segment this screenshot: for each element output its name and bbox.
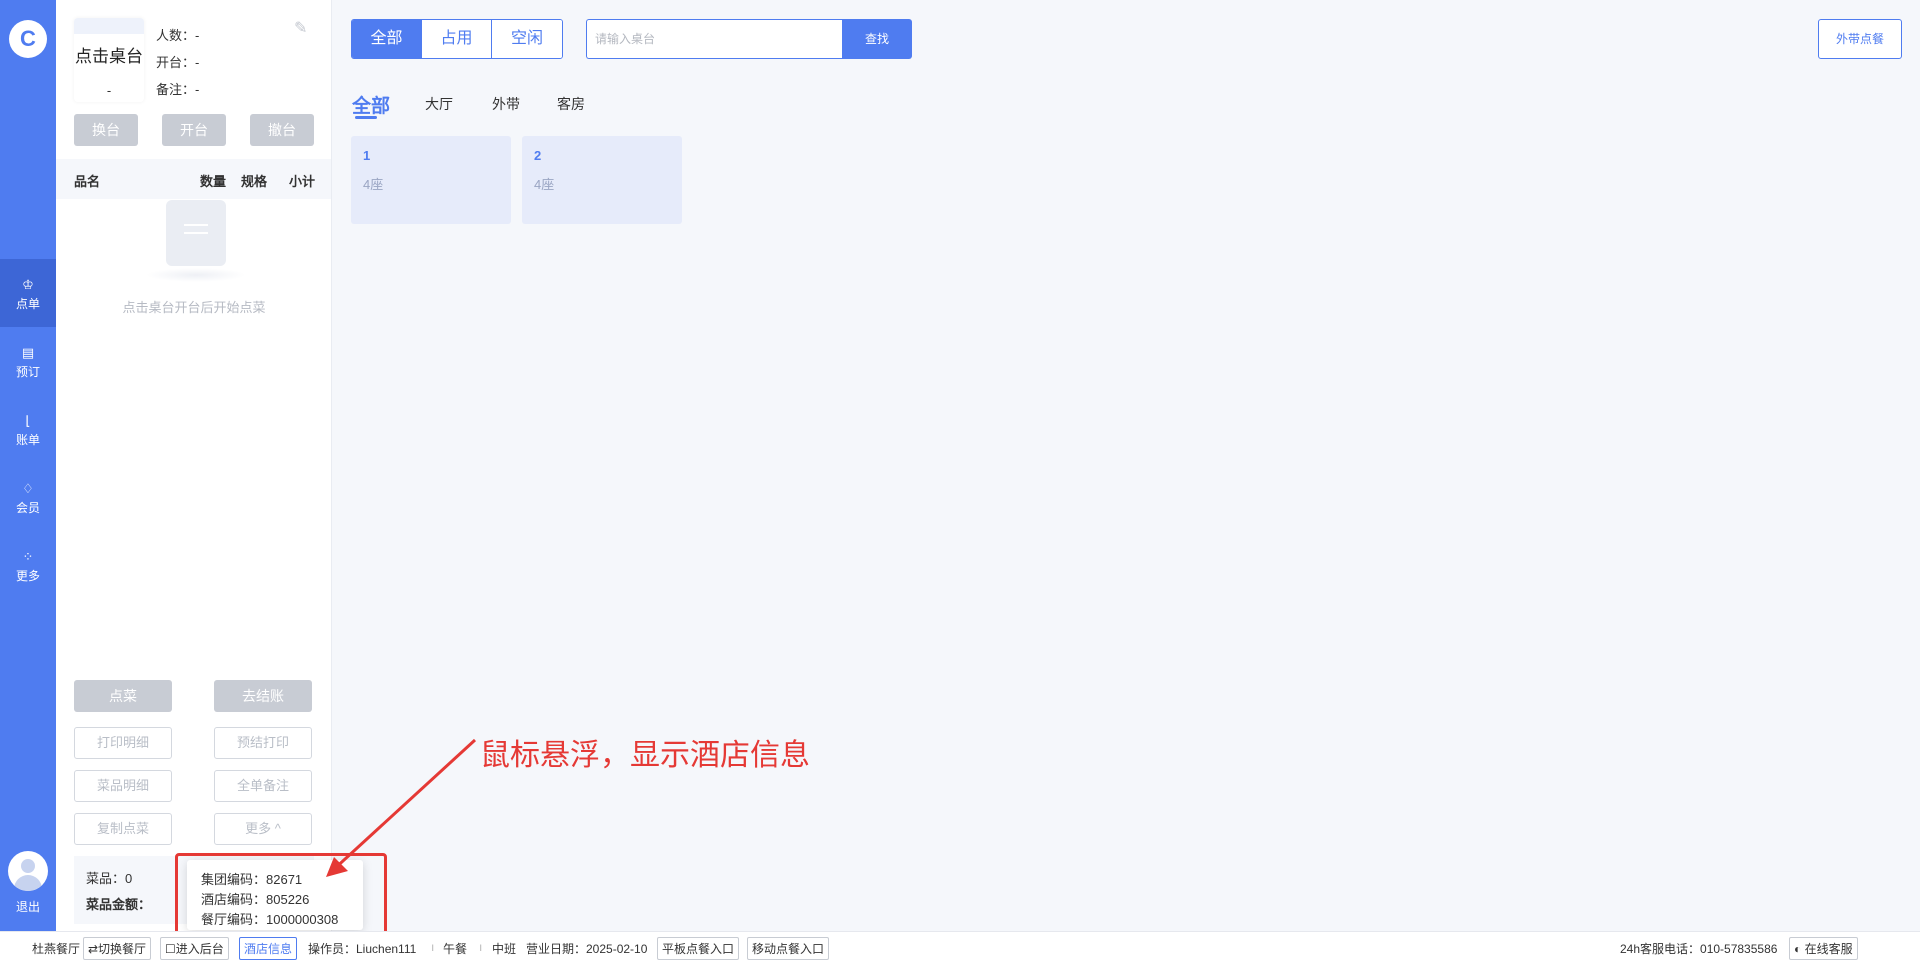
enter-backend-button[interactable]: ☐进入后台 bbox=[160, 937, 229, 960]
table-card-sub: - bbox=[106, 83, 112, 98]
copy-order-button[interactable]: 复制点菜 bbox=[74, 813, 172, 845]
mobile-order-entry[interactable]: 移动点餐入口 bbox=[747, 937, 830, 960]
table-tile[interactable]: 1 4座 bbox=[351, 136, 511, 224]
table-number: 2 bbox=[534, 148, 542, 163]
filter-free[interactable]: 空闲 bbox=[492, 20, 562, 58]
separator: ı bbox=[431, 940, 435, 954]
table-status-filter: 全部 占用 空闲 bbox=[351, 19, 563, 59]
more-button[interactable]: 更多 ^ bbox=[214, 813, 312, 845]
print-detail-button[interactable]: 打印明细 bbox=[74, 727, 172, 759]
chef-hat-icon: ♔ bbox=[22, 277, 34, 292]
nav-item-label: 会员 bbox=[15, 501, 40, 515]
swap-table-button[interactable]: 换台 bbox=[74, 114, 138, 146]
table-seats: 4座 bbox=[363, 177, 384, 192]
shift-name: 中班 bbox=[492, 942, 517, 956]
order-list-header: 品名 数量 规格 小计 bbox=[56, 159, 331, 199]
nav-item-label: 账单 bbox=[15, 433, 40, 447]
order-panel: 点击桌台 - 人数：- 开台：- 备注：- ✎ 换台 开台 撤台 品名 数量 规… bbox=[56, 0, 332, 931]
app-logo: C bbox=[9, 20, 47, 58]
nav-item-label: 更多 bbox=[15, 569, 40, 583]
annotation-arrow-icon bbox=[326, 738, 477, 877]
tab-all[interactable]: 全部 bbox=[352, 91, 390, 118]
hotel-info-button[interactable]: 酒店信息 bbox=[239, 937, 298, 960]
nav-item-members[interactable]: ♢ 会员 bbox=[0, 463, 56, 531]
avatar[interactable] bbox=[8, 851, 48, 891]
nav-item-label: 点单 bbox=[15, 297, 40, 311]
operator-name: 操作员：Liuchen111 bbox=[308, 942, 417, 956]
selected-table-card[interactable]: 点击桌台 - bbox=[74, 18, 144, 102]
tab-hall[interactable]: 大厅 bbox=[425, 94, 453, 114]
dish-amount: 菜品金额： bbox=[86, 897, 152, 912]
status-bar: 杜燕餐厅 ⇄切换餐厅 ☐进入后台 酒店信息 操作员：Liuchen111 ı 午… bbox=[0, 931, 1920, 963]
table-search-input[interactable]: 请输入桌台 bbox=[586, 19, 842, 59]
online-service-button[interactable]: ◐ 在线客服 bbox=[1789, 937, 1858, 960]
tablet-order-entry[interactable]: 平板点餐入口 bbox=[657, 937, 740, 960]
service-hotline: 24h客服电话：010-57835586 bbox=[1620, 942, 1778, 956]
table-seats: 4座 bbox=[534, 177, 555, 192]
logout-button[interactable]: 退出 bbox=[0, 898, 56, 915]
nav-item-order[interactable]: ♔ 点单 bbox=[0, 259, 56, 327]
empty-state-text: 点击桌台开台后开始点菜 bbox=[122, 300, 266, 315]
empty-clipboard-icon bbox=[166, 200, 226, 266]
annotation-text: 鼠标悬浮，显示酒店信息 bbox=[480, 739, 810, 772]
table-note: 备注：- bbox=[156, 82, 200, 97]
pre-print-button[interactable]: 预结打印 bbox=[214, 727, 312, 759]
chart-icon: ⌊ bbox=[25, 413, 31, 428]
open-time: 开台：- bbox=[156, 55, 200, 70]
col-qty: 数量 bbox=[200, 174, 227, 189]
cancel-table-button[interactable]: 撤台 bbox=[250, 114, 314, 146]
col-subtotal: 小计 bbox=[289, 174, 316, 189]
separator: ı bbox=[479, 940, 483, 954]
grid-icon: ⁘ bbox=[22, 549, 34, 564]
dish-count: 菜品：0 bbox=[86, 871, 133, 886]
col-spec: 规格 bbox=[241, 174, 268, 189]
book-icon: ▤ bbox=[21, 345, 35, 360]
left-nav: C ♔ 点单 ▤ 预订 ⌊ 账单 ♢ 会员 ⁘ 更多 退出 bbox=[0, 0, 56, 931]
col-name: 品名 bbox=[74, 174, 101, 189]
table-card-name: 点击桌台 bbox=[75, 47, 143, 66]
active-tab-underline bbox=[355, 116, 377, 119]
order-dish-button[interactable]: 点菜 bbox=[74, 680, 172, 712]
filter-all[interactable]: 全部 bbox=[352, 20, 422, 58]
dish-detail-button[interactable]: 菜品明细 bbox=[74, 770, 172, 802]
nav-item-label: 预订 bbox=[15, 365, 40, 379]
restaurant-name: 杜燕餐厅 bbox=[32, 942, 81, 956]
open-table-button[interactable]: 开台 bbox=[162, 114, 226, 146]
tab-takeout[interactable]: 外带 bbox=[492, 94, 520, 114]
table-info: 人数：- 开台：- 备注：- bbox=[156, 22, 199, 103]
empty-shadow bbox=[146, 268, 246, 282]
diamond-icon: ♢ bbox=[22, 481, 34, 496]
nav-item-reserve[interactable]: ▤ 预订 bbox=[0, 327, 56, 395]
table-tile[interactable]: 2 4座 bbox=[522, 136, 682, 224]
business-date: 营业日期：2025-02-10 bbox=[526, 942, 648, 956]
order-note-button[interactable]: 全单备注 bbox=[214, 770, 312, 802]
edit-icon[interactable]: ✎ bbox=[294, 18, 312, 37]
nav-item-more[interactable]: ⁘ 更多 bbox=[0, 531, 56, 599]
takeout-order-button[interactable]: 外带点餐 bbox=[1818, 19, 1902, 59]
people-count: 人数：- bbox=[156, 28, 200, 43]
checkout-button[interactable]: 去结账 bbox=[214, 680, 312, 712]
switch-restaurant-button[interactable]: ⇄切换餐厅 bbox=[83, 937, 152, 960]
filter-occupied[interactable]: 占用 bbox=[422, 20, 492, 58]
table-card-header bbox=[74, 18, 144, 34]
search-button[interactable]: 查找 bbox=[842, 19, 912, 59]
tab-rooms[interactable]: 客房 bbox=[557, 94, 585, 114]
nav-item-bills[interactable]: ⌊ 账单 bbox=[0, 395, 56, 463]
table-number: 1 bbox=[363, 148, 371, 163]
meal-period: 午餐 bbox=[443, 942, 468, 956]
